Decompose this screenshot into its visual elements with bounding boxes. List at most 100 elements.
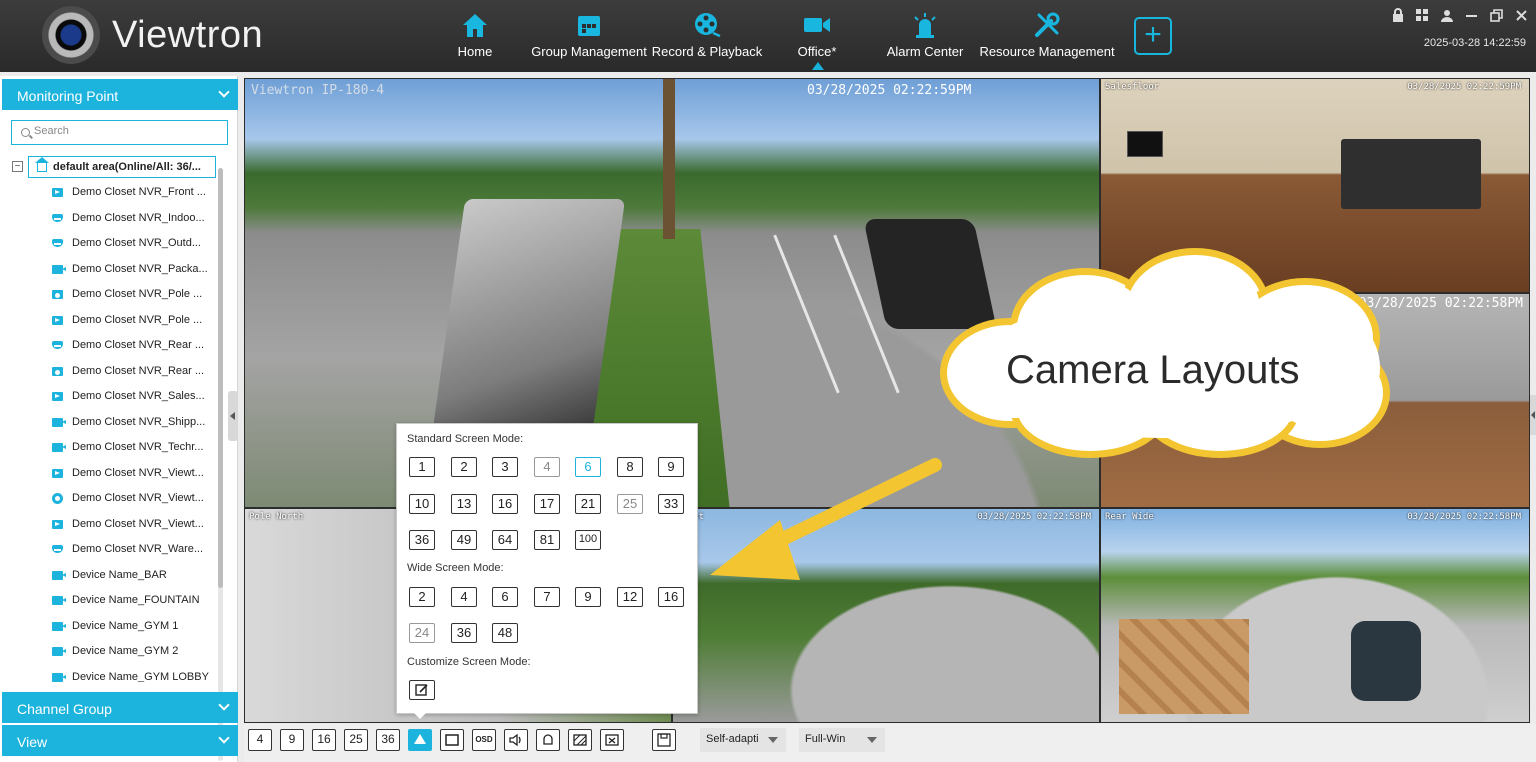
grid-icon[interactable] — [1416, 8, 1429, 22]
sidebar-collapse-handle[interactable] — [228, 391, 238, 441]
view-header[interactable]: View — [2, 725, 238, 756]
minimize-icon[interactable] — [1465, 9, 1478, 22]
search-box[interactable] — [11, 120, 228, 145]
wide-mode-12[interactable]: 12 — [617, 587, 643, 607]
list-item[interactable]: Demo Closet NVR_Rear ... — [0, 359, 216, 385]
nav-home[interactable]: Home — [452, 10, 498, 68]
list-item[interactable]: Device Name_BAR — [0, 563, 216, 589]
wide-mode-6[interactable]: 6 — [492, 587, 518, 607]
right-panel-handle[interactable] — [1530, 395, 1536, 435]
video-tile-rear-wide[interactable]: Rear Wide 03/28/2025 02:22:58PM — [1100, 508, 1530, 723]
collapse-toggle-icon[interactable]: − — [12, 161, 23, 172]
tree-root[interactable]: − default area(Online/All: 36/... — [12, 156, 217, 178]
monitoring-point-header[interactable]: Monitoring Point — [2, 79, 238, 110]
close-all-button[interactable] — [600, 729, 624, 751]
snapshot-all-button[interactable] — [568, 729, 592, 751]
alarm-button[interactable] — [536, 729, 560, 751]
wide-mode-4[interactable]: 4 — [451, 587, 477, 607]
layout-36-button[interactable]: 36 — [376, 729, 400, 751]
list-item[interactable]: Device Name_GYM LOBBY — [0, 665, 216, 682]
list-item[interactable]: Device Name_GYM 1 — [0, 614, 216, 640]
list-item[interactable]: Demo Closet NVR_Ware... — [0, 537, 216, 563]
add-tab-button[interactable]: + — [1134, 17, 1172, 55]
search-input[interactable] — [34, 125, 214, 137]
nav-office-label: Office* — [797, 44, 837, 59]
standard-mode-9[interactable]: 9 — [658, 457, 684, 477]
list-item[interactable]: Demo Closet NVR_Shipp... — [0, 410, 216, 436]
nav-alarm-center[interactable]: Alarm Center — [880, 10, 970, 68]
audio-button[interactable] — [504, 729, 528, 751]
standard-mode-21[interactable]: 21 — [575, 494, 601, 514]
nav-group-management[interactable]: Group Management — [530, 10, 648, 68]
list-item[interactable]: Demo Closet NVR_Front ... — [0, 180, 216, 206]
home-icon — [461, 10, 489, 40]
channel-group-header[interactable]: Channel Group — [2, 692, 238, 723]
standard-mode-6[interactable]: 6 — [575, 457, 601, 477]
user-icon[interactable] — [1441, 9, 1453, 22]
layout-4-button[interactable]: 4 — [248, 729, 272, 751]
layout-9-button[interactable]: 9 — [280, 729, 304, 751]
wide-mode-36[interactable]: 36 — [451, 623, 477, 643]
list-item[interactable]: Demo Closet NVR_Pole ... — [0, 308, 216, 334]
bullet-camera-icon — [52, 672, 66, 682]
standard-mode-100[interactable]: 100 — [575, 530, 601, 550]
bullet-camera-icon — [52, 443, 66, 452]
restore-icon[interactable] — [1490, 8, 1503, 22]
standard-mode-36[interactable]: 36 — [409, 530, 435, 550]
standard-mode-3[interactable]: 3 — [492, 457, 518, 477]
nav-resource-management[interactable]: Resource Management — [979, 10, 1115, 68]
list-item[interactable]: Demo Closet NVR_Sales... — [0, 384, 216, 410]
standard-mode-25[interactable]: 25 — [617, 494, 643, 514]
standard-mode-10[interactable]: 10 — [409, 494, 435, 514]
window-mode-select[interactable]: Full-Win — [799, 728, 885, 752]
standard-mode-33[interactable]: 33 — [658, 494, 684, 514]
wide-mode-7[interactable]: 7 — [534, 587, 560, 607]
osd-button[interactable]: OSD — [472, 729, 496, 751]
standard-mode-2[interactable]: 2 — [451, 457, 477, 477]
layout-25-button[interactable]: 25 — [344, 729, 368, 751]
wide-mode-2[interactable]: 2 — [409, 587, 435, 607]
standard-mode-64[interactable]: 64 — [492, 530, 518, 550]
sidebar-scrollbar[interactable] — [218, 168, 223, 761]
list-item[interactable]: Demo Closet NVR_Techr... — [0, 435, 216, 461]
list-item[interactable]: Demo Closet NVR_Viewt... — [0, 486, 216, 512]
nav-record-playback[interactable]: Record & Playback — [652, 10, 762, 68]
save-view-button[interactable] — [652, 729, 676, 751]
screen-mode-menu-button[interactable] — [408, 729, 432, 751]
bullet-camera-icon — [52, 647, 66, 656]
bullet-camera-icon — [52, 621, 66, 631]
lock-icon[interactable] — [1392, 8, 1404, 22]
close-icon[interactable] — [1515, 9, 1528, 22]
list-item[interactable]: Demo Closet NVR_Packa... — [0, 257, 216, 283]
top-bar: Viewtron Home Group Management Record & … — [0, 0, 1536, 72]
list-item[interactable]: Demo Closet NVR_Rear ... — [0, 333, 216, 359]
aspect-ratio-select[interactable]: Self-adapti — [700, 728, 786, 752]
list-item[interactable]: Demo Closet NVR_Outd... — [0, 231, 216, 257]
layout-16-button[interactable]: 16 — [312, 729, 336, 751]
stacked-boxes — [1119, 619, 1249, 714]
scrollbar-thumb[interactable] — [218, 168, 223, 588]
custom-mode-edit-button[interactable] — [409, 680, 435, 700]
standard-mode-17[interactable]: 17 — [534, 494, 560, 514]
list-item[interactable]: Device Name_FOUNTAIN — [0, 588, 216, 614]
wide-mode-9[interactable]: 9 — [575, 587, 601, 607]
standard-mode-1[interactable]: 1 — [409, 457, 435, 477]
list-item[interactable]: Demo Closet NVR_Viewt... — [0, 512, 216, 538]
standard-mode-4[interactable]: 4 — [534, 457, 560, 477]
nav-office[interactable]: Office* — [794, 10, 840, 68]
fullscreen-button[interactable] — [440, 729, 464, 751]
list-item[interactable]: Demo Closet NVR_Indoo... — [0, 206, 216, 232]
standard-mode-49[interactable]: 49 — [451, 530, 477, 550]
list-item[interactable]: Demo Closet NVR_Pole ... — [0, 282, 216, 308]
wall-tv — [1127, 131, 1163, 157]
list-item[interactable]: Device Name_GYM 2 — [0, 639, 216, 665]
standard-mode-8[interactable]: 8 — [617, 457, 643, 477]
standard-mode-13[interactable]: 13 — [451, 494, 477, 514]
standard-mode-16[interactable]: 16 — [492, 494, 518, 514]
wide-mode-48[interactable]: 48 — [492, 623, 518, 643]
standard-mode-81[interactable]: 81 — [534, 530, 560, 550]
wide-mode-24[interactable]: 24 — [409, 623, 435, 643]
list-item[interactable]: Demo Closet NVR_Viewt... — [0, 461, 216, 487]
wide-mode-16[interactable]: 16 — [658, 587, 684, 607]
default-area-node[interactable]: default area(Online/All: 36/... — [28, 156, 216, 178]
